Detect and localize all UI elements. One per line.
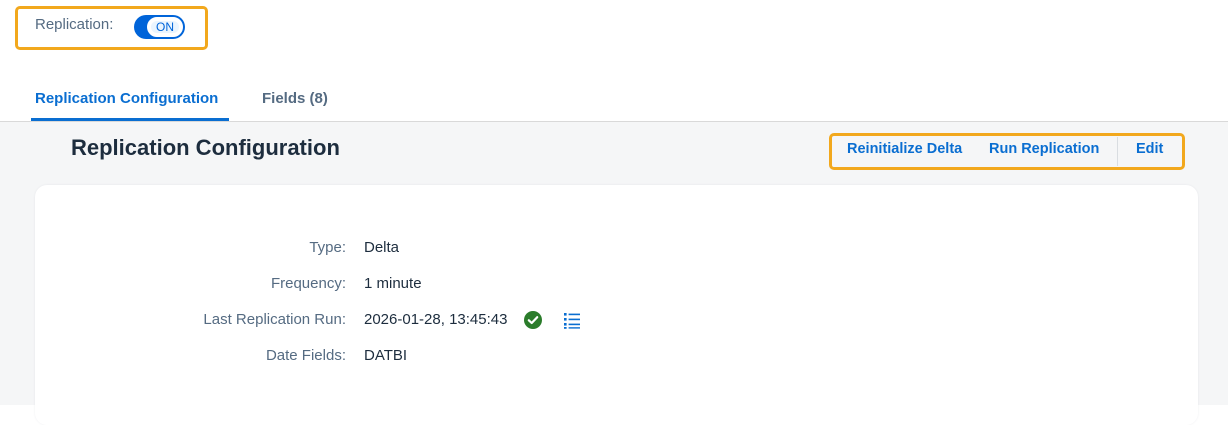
switch-knob: ON	[147, 17, 183, 37]
edit-button[interactable]: Edit	[1136, 141, 1163, 157]
tab-bar: Replication Configuration Fields (8)	[0, 78, 1228, 121]
configuration-card	[35, 185, 1198, 425]
tab-replication-configuration[interactable]: Replication Configuration	[35, 90, 218, 107]
tab-fields[interactable]: Fields (8)	[262, 90, 328, 107]
last-replication-run-label: Last Replication Run:	[203, 311, 346, 328]
replication-label: Replication:	[35, 16, 114, 33]
list-icon[interactable]	[563, 311, 581, 329]
replication-switch[interactable]: ON	[134, 15, 185, 39]
frequency-label: Frequency:	[270, 275, 346, 292]
type-value: Delta	[364, 239, 400, 256]
reinitialize-delta-button[interactable]: Reinitialize Delta	[847, 141, 962, 157]
check-circle-icon	[524, 311, 542, 329]
frequency-value: 1 minute	[364, 275, 422, 292]
section-title: Replication Configuration	[71, 135, 340, 160]
last-replication-run-value: 2026-01-28, 13:45:43	[364, 311, 508, 328]
toolbar-separator	[1117, 137, 1118, 166]
date-fields-value: DATBI	[364, 347, 408, 364]
switch-state-text: ON	[156, 20, 174, 34]
run-replication-button[interactable]: Run Replication	[989, 141, 1099, 157]
type-label: Type:	[309, 239, 346, 256]
date-fields-label: Date Fields:	[265, 347, 346, 364]
